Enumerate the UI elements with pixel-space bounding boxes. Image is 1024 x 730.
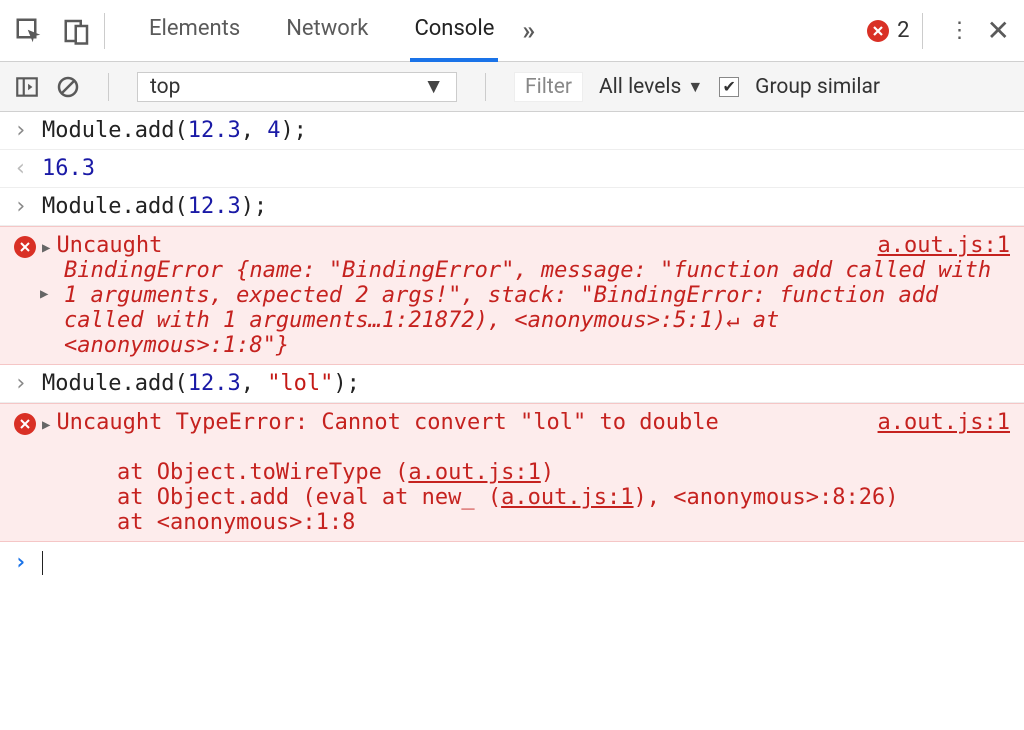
error-source-link[interactable]: a.out.js:1 <box>878 233 1010 258</box>
more-tabs-icon[interactable]: » <box>522 16 535 46</box>
console-log-area: › Module.add(12.3, 4); ‹ 16.3 › Module.a… <box>0 112 1024 583</box>
kebab-menu-icon[interactable]: ⋮ <box>949 18 973 43</box>
stack-line: ), <anonymous>:8:26) <box>634 485 899 510</box>
devtools-tabs: Elements Network Console <box>145 0 498 62</box>
stack-link[interactable]: a.out.js:1 <box>408 460 540 485</box>
code-number: 12.3 <box>188 371 241 396</box>
error-body: BindingError {name: "BindingError", mess… <box>64 258 991 358</box>
error-head: Uncaught TypeError: Cannot convert "lol"… <box>56 410 718 435</box>
log-level-selector[interactable]: All levels ▼ <box>599 75 703 99</box>
code-token: ); <box>280 118 307 143</box>
device-toggle-icon[interactable] <box>62 16 92 46</box>
code-token: Module.add( <box>42 118 188 143</box>
divider <box>922 13 923 49</box>
console-output-row: ‹ 16.3 <box>0 150 1024 188</box>
code-token: ); <box>241 194 268 219</box>
code-token: , <box>241 371 268 396</box>
code-token: , <box>241 118 268 143</box>
console-input-row: › Module.add(12.3, "lol"); <box>0 365 1024 403</box>
tab-network[interactable]: Network <box>282 0 372 62</box>
sidebar-toggle-icon[interactable] <box>14 74 40 100</box>
error-badge-icon <box>14 410 42 436</box>
group-similar-checkbox[interactable]: ✔ <box>719 77 739 97</box>
error-indicator[interactable]: 2 <box>867 18 909 43</box>
code-string: "lol" <box>267 371 333 396</box>
console-input-row: › Module.add(12.3, 4); <box>0 112 1024 150</box>
expand-triangle-icon[interactable]: ▶ <box>42 417 56 433</box>
expand-triangle-icon[interactable]: ▶ <box>42 240 56 256</box>
text-caret <box>42 551 43 575</box>
stack-line: at <anonymous>:1:8 <box>64 510 355 535</box>
return-value: 16.3 <box>42 156 1010 181</box>
console-error-row: a.out.js:1 ▶Uncaught ▶ BindingError {nam… <box>0 226 1024 365</box>
devtools-tabbar: Elements Network Console » 2 ⋮ ✕ <box>0 0 1024 62</box>
code-token: ); <box>333 371 360 396</box>
stack-link[interactable]: a.out.js:1 <box>501 485 633 510</box>
divider <box>104 13 105 49</box>
console-toolbar: top ▼ Filter All levels ▼ ✔ Group simila… <box>0 62 1024 112</box>
expand-triangle-icon[interactable]: ▶ <box>40 286 54 302</box>
divider <box>485 73 486 101</box>
error-count: 2 <box>897 18 909 43</box>
prompt-chevron-icon: › <box>14 550 42 575</box>
chevron-down-icon: ▼ <box>687 77 703 97</box>
inspect-icon[interactable] <box>14 16 44 46</box>
code-number: 12.3 <box>188 194 241 219</box>
close-icon[interactable]: ✕ <box>987 14 1010 47</box>
error-source-link[interactable]: a.out.js:1 <box>878 410 1010 435</box>
divider <box>108 73 109 101</box>
code-number: 4 <box>267 118 280 143</box>
input-chevron-icon: › <box>14 118 42 143</box>
input-chevron-icon: › <box>14 194 42 219</box>
filter-input[interactable]: Filter <box>514 72 583 102</box>
console-input-row: › Module.add(12.3); <box>0 188 1024 226</box>
output-chevron-icon: ‹ <box>14 156 42 181</box>
stack-line: at Object.toWireType ( <box>64 460 408 485</box>
error-badge-icon <box>867 20 889 42</box>
console-prompt[interactable]: › <box>0 542 1024 583</box>
input-chevron-icon: › <box>14 371 42 396</box>
code-token: Module.add( <box>42 371 188 396</box>
tab-elements[interactable]: Elements <box>145 0 244 62</box>
code-number: 12.3 <box>188 118 241 143</box>
tab-console[interactable]: Console <box>410 0 498 62</box>
error-uncaught: Uncaught <box>56 233 162 258</box>
group-similar-label: Group similar <box>755 75 880 99</box>
clear-console-icon[interactable] <box>56 75 80 99</box>
code-token: Module.add( <box>42 194 188 219</box>
error-badge-icon <box>14 233 42 259</box>
context-label: top <box>150 75 180 99</box>
stack-line: ) <box>541 460 554 485</box>
chevron-down-icon: ▼ <box>423 75 444 99</box>
console-error-row: a.out.js:1 ▶Uncaught TypeError: Cannot c… <box>0 403 1024 542</box>
context-selector[interactable]: top ▼ <box>137 72 457 102</box>
levels-label: All levels <box>599 75 681 99</box>
stack-line: at Object.add (eval at new_ ( <box>64 485 501 510</box>
